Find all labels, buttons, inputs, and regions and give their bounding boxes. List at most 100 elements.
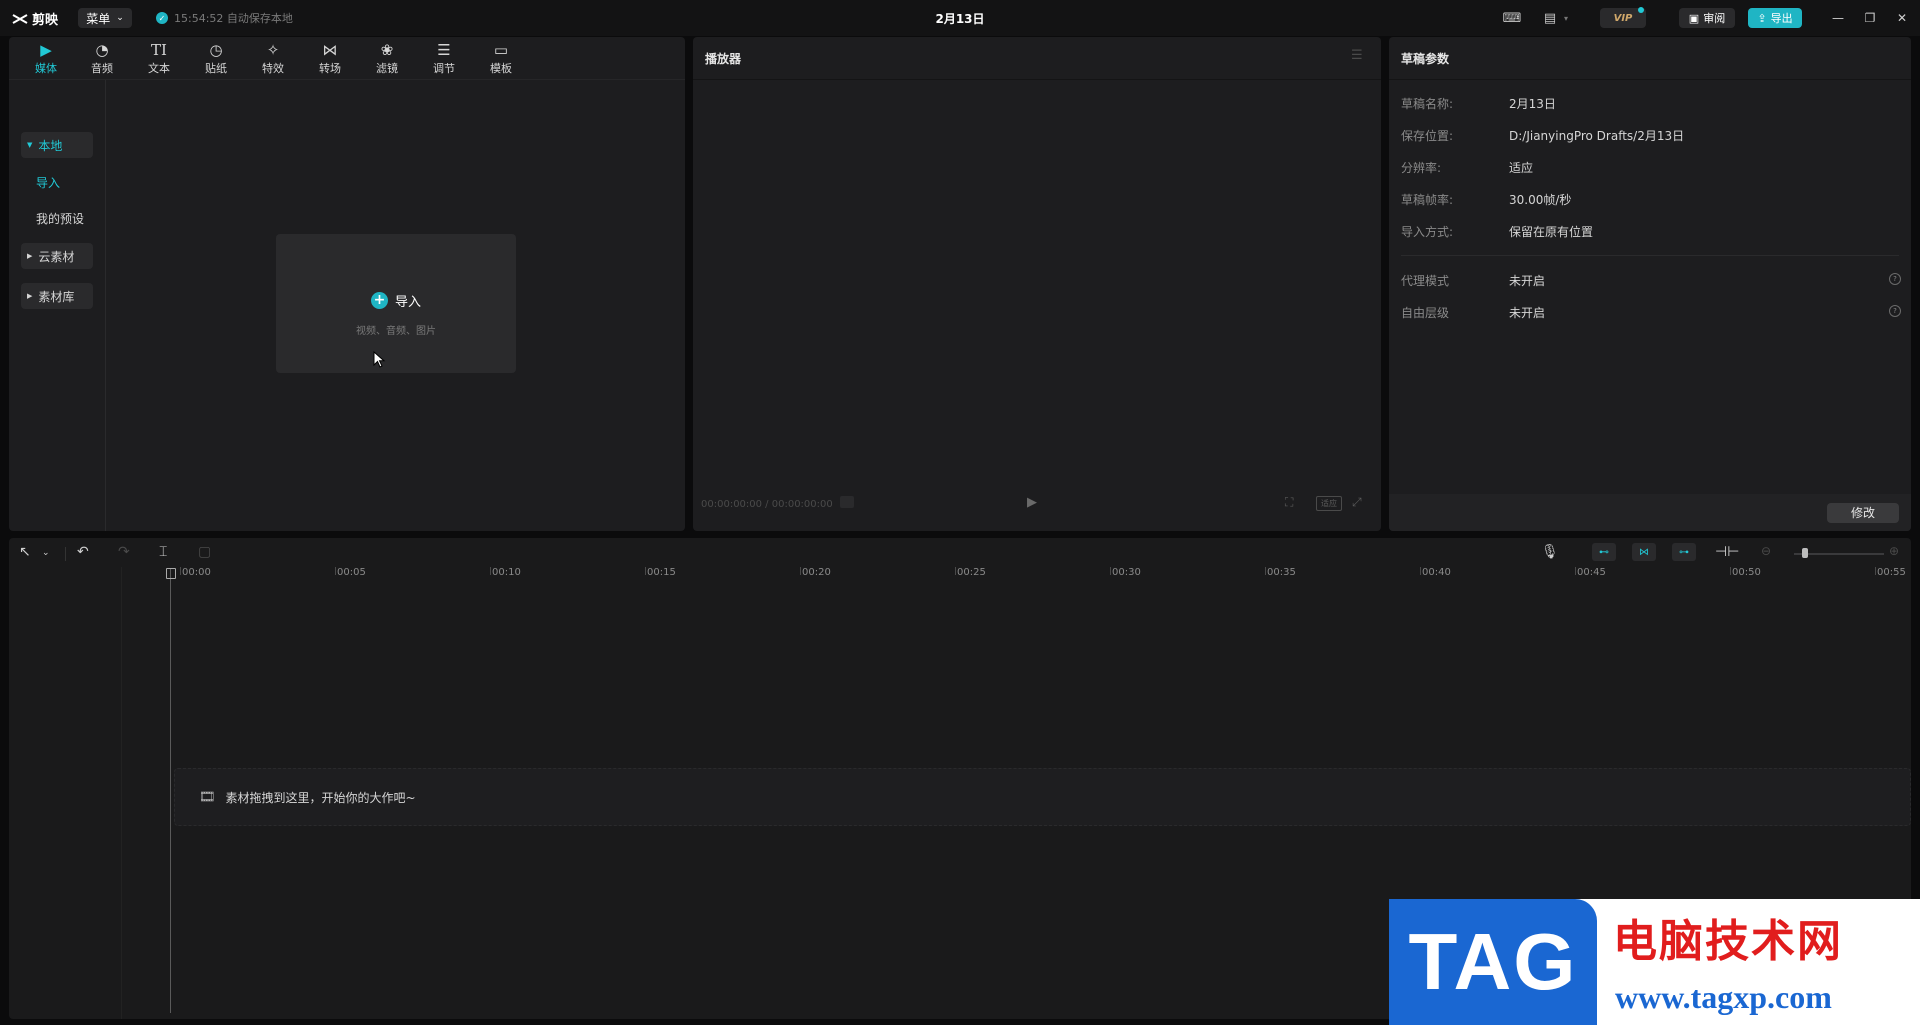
tab-audio-label: 音频 xyxy=(91,62,113,75)
zoom-out-icon[interactable]: ⊖ xyxy=(1761,544,1771,558)
help-icon[interactable]: ? xyxy=(1889,273,1901,285)
audio-icon: ◔ xyxy=(95,41,109,59)
caret-down-icon: ▼ xyxy=(27,141,33,149)
ruler-label: 00:25 xyxy=(957,567,986,578)
title-bar: 剪映 菜单 ⌄ ✓ 15:54:52 自动保存本地 2月13日 ⌨ ▤ ▾ VI… xyxy=(0,0,1920,36)
menu-button[interactable]: 菜单 ⌄ xyxy=(78,8,132,28)
player-timecode: 00:00:00:00 / 00:00:00:00 xyxy=(701,499,833,510)
tab-media[interactable]: ▶ 媒体 xyxy=(24,40,68,78)
zoom-in-icon[interactable]: ⊕ xyxy=(1889,544,1899,558)
caret-right-icon: ▶ xyxy=(27,292,33,300)
player-header-divider xyxy=(693,79,1381,80)
player-menu-icon[interactable]: ☰ xyxy=(1351,48,1363,63)
project-title: 2月13日 xyxy=(935,12,985,26)
import-dropzone[interactable]: + 导入 视频、音频、图片 xyxy=(276,234,516,373)
ruler-label: 00:30 xyxy=(1112,567,1141,578)
tab-text-label: 文本 xyxy=(148,62,170,75)
chevron-down-icon[interactable]: ⌄ xyxy=(42,548,50,558)
edit-button[interactable]: 修改 xyxy=(1827,503,1899,523)
zoom-slider-knob[interactable] xyxy=(1802,548,1808,558)
timeline-ruler[interactable]: 00:00 00:05 00:10 00:15 00:20 00:25 00:3… xyxy=(140,567,1911,583)
ratio-button[interactable]: 适应 xyxy=(1316,496,1342,511)
split-icon[interactable]: ⌶ xyxy=(159,544,167,560)
ruler-tick xyxy=(645,567,646,575)
tab-media-label: 媒体 xyxy=(35,62,57,75)
main-track-magnet-icon[interactable]: ⊷ xyxy=(1592,543,1616,561)
delete-icon: ▢ xyxy=(198,544,212,560)
layout-dropdown-icon[interactable]: ▾ xyxy=(1556,10,1576,26)
tab-template-label: 模板 xyxy=(490,62,512,75)
tab-text[interactable]: TI 文本 xyxy=(137,40,181,78)
param-value-free-layer: 未开启 xyxy=(1509,306,1546,320)
capcut-logo-icon xyxy=(12,13,28,24)
tab-adjust-label: 调节 xyxy=(433,62,455,75)
sidebar-item-library-label: 素材库 xyxy=(38,289,75,304)
help-icon[interactable]: ? xyxy=(1889,305,1901,317)
sidebar-item-local[interactable]: ▼ 本地 xyxy=(21,132,93,158)
check-icon: ✓ xyxy=(156,12,168,24)
tab-audio[interactable]: ◔ 音频 xyxy=(80,40,124,78)
redo-icon: ↷ xyxy=(118,544,130,560)
preview-axis-icon[interactable]: ⊣⊢ xyxy=(1715,544,1739,560)
param-value-proxy: 未开启 xyxy=(1509,274,1546,288)
export-button[interactable]: ⇪ 导出 xyxy=(1748,8,1802,28)
param-value-resolution: 适应 xyxy=(1509,161,1534,175)
tab-transition[interactable]: ⋈ 转场 xyxy=(308,40,352,78)
ruler-label: 00:15 xyxy=(647,567,676,578)
timecode-toggle[interactable] xyxy=(840,496,854,508)
media-sidebar: ▼ 本地 导入 我的预设 ▶ 云素材 ▶ 素材库 xyxy=(9,80,106,531)
main-track-dropzone[interactable]: 🎞 素材拖拽到这里，开始你的大作吧~ xyxy=(174,768,1911,826)
ruler-tick xyxy=(1420,567,1421,575)
sidebar-item-library[interactable]: ▶ 素材库 xyxy=(21,283,93,309)
media-icon: ▶ xyxy=(40,41,52,59)
sidebar-item-import[interactable]: 导入 xyxy=(21,169,108,195)
restore-icon[interactable]: ❐ xyxy=(1860,8,1880,28)
sidebar-item-cloud-label: 云素材 xyxy=(38,249,75,264)
caret-right-icon: ▶ xyxy=(27,252,33,260)
close-icon[interactable]: ✕ xyxy=(1892,8,1912,28)
microphone-icon[interactable]: 🎙 xyxy=(1541,544,1559,560)
autosave-text: 15:54:52 自动保存本地 xyxy=(174,12,293,25)
param-label-path: 保存位置: xyxy=(1401,129,1454,143)
expand-icon[interactable]: ⤢ xyxy=(1352,495,1362,510)
tab-adjust[interactable]: ☰ 调节 xyxy=(422,40,466,78)
param-label-name: 草稿名称: xyxy=(1401,97,1454,111)
fullscreen-focus-icon[interactable]: ⛶ xyxy=(1285,495,1293,510)
playhead-handle[interactable] xyxy=(166,568,176,579)
review-icon: ▣ xyxy=(1688,11,1700,25)
undo-icon[interactable]: ↶ xyxy=(77,544,89,560)
select-tool-icon[interactable]: ↖ xyxy=(19,544,31,560)
tab-filter[interactable]: ❀ 滤镜 xyxy=(365,40,409,78)
linkage-icon[interactable]: ⊶ xyxy=(1672,543,1696,561)
import-button[interactable]: + 导入 xyxy=(276,291,516,310)
review-label: 审阅 xyxy=(1703,12,1726,25)
track-hint: 🎞 素材拖拽到这里，开始你的大作吧~ xyxy=(199,789,416,806)
text-icon: TI xyxy=(151,41,167,59)
param-label-free-layer: 自由层级 xyxy=(1401,306,1450,320)
play-icon[interactable]: ▶ xyxy=(1027,495,1037,510)
filter-icon: ❀ xyxy=(380,41,394,59)
ruler-label: 00:50 xyxy=(1732,567,1761,578)
effects-icon: ✧ xyxy=(266,41,280,59)
minimize-icon[interactable]: — xyxy=(1828,8,1848,28)
tab-sticker[interactable]: ◷ 贴纸 xyxy=(194,40,238,78)
player-title: 播放器 xyxy=(705,51,742,66)
tab-sticker-label: 贴纸 xyxy=(205,62,227,75)
watermark-url: www.tagxp.com xyxy=(1615,979,1832,1015)
media-toolbar-divider xyxy=(9,79,685,80)
tab-effects-label: 特效 xyxy=(262,62,284,75)
mouse-cursor-icon xyxy=(373,351,386,368)
sidebar-item-presets[interactable]: 我的预设 xyxy=(21,205,108,231)
chevron-down-icon: ⌄ xyxy=(116,13,124,23)
review-button[interactable]: ▣ 审阅 xyxy=(1679,8,1735,28)
playhead[interactable] xyxy=(170,569,171,1013)
auto-snap-icon[interactable]: ⋈ xyxy=(1632,543,1656,561)
keyboard-icon[interactable]: ⌨ xyxy=(1502,10,1522,26)
draft-header-divider xyxy=(1389,79,1911,80)
param-label-proxy: 代理模式 xyxy=(1401,274,1450,288)
tab-template[interactable]: ▭ 模板 xyxy=(479,40,523,78)
ruler-label: 00:00 xyxy=(182,567,211,578)
sidebar-item-cloud[interactable]: ▶ 云素材 xyxy=(21,243,93,269)
track-header-column xyxy=(9,567,122,1019)
tab-effects[interactable]: ✧ 特效 xyxy=(251,40,295,78)
